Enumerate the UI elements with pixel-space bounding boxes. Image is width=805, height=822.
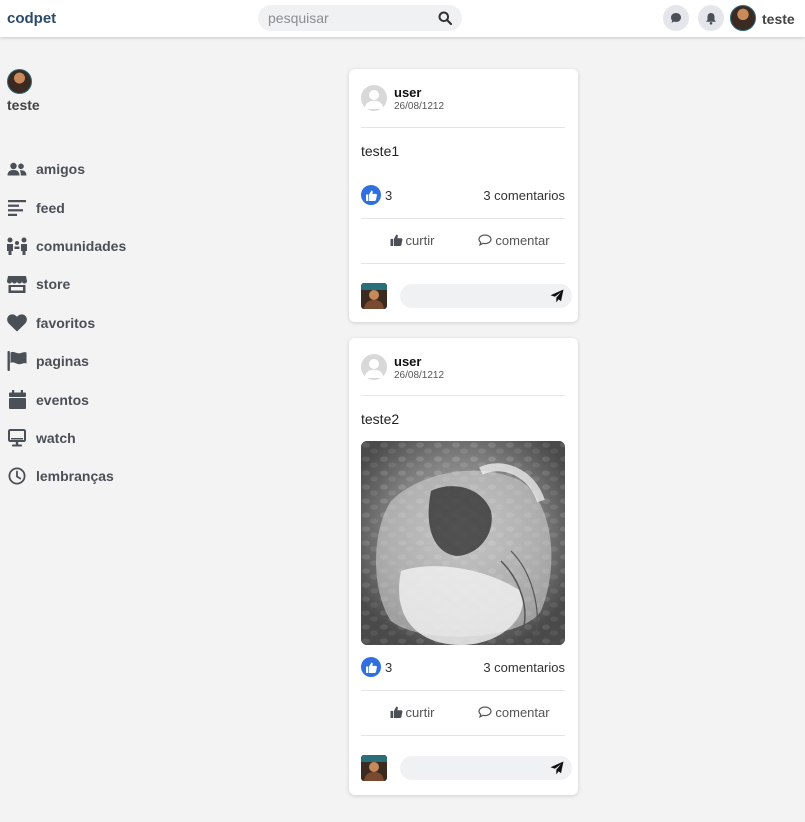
like-badge [361, 657, 381, 677]
send-icon[interactable] [550, 289, 564, 303]
sidebar-item-lembrancas[interactable]: lembranças [6, 457, 186, 495]
comment-input[interactable] [410, 288, 540, 304]
divider [361, 690, 565, 691]
search-icon[interactable] [438, 11, 452, 25]
sidebar-item-feed[interactable]: feed [6, 188, 186, 226]
thumbs-up-icon [365, 662, 377, 673]
commenter-avatar[interactable] [361, 283, 387, 309]
comment-button[interactable]: comentar [463, 229, 565, 251]
comment-bubble-icon [478, 234, 492, 246]
post-card: user 26/08/1212 teste1 3 3 comentarios c… [349, 69, 578, 322]
comment-input[interactable] [410, 760, 540, 776]
top-bar: codpet teste [0, 0, 805, 37]
sidebar-item-label: paginas [36, 353, 89, 370]
divider [361, 395, 565, 396]
comment-box [400, 284, 572, 308]
comment-button[interactable]: comentar [463, 701, 565, 723]
sidebar-item-label: feed [36, 199, 65, 216]
search-input[interactable] [268, 9, 428, 27]
post-author-name[interactable]: user [394, 354, 421, 369]
sidebar-item-comunidades[interactable]: comunidades [6, 227, 186, 265]
top-username[interactable]: teste [762, 11, 795, 27]
divider [361, 127, 565, 128]
post-image[interactable] [361, 441, 565, 645]
post-date: 26/08/1212 [394, 370, 445, 381]
clock-icon [8, 467, 26, 485]
post-date: 26/08/1212 [394, 101, 445, 112]
user-photo [361, 283, 387, 309]
post-likes[interactable]: 3 [361, 657, 392, 677]
comment-button-label: comentar [495, 232, 550, 248]
top-avatar[interactable] [730, 5, 756, 31]
bell-icon [706, 12, 716, 25]
like-count: 3 [385, 659, 393, 675]
send-icon[interactable] [550, 761, 564, 775]
like-badge [361, 185, 381, 205]
like-button-label: curtir [405, 232, 435, 248]
divider [361, 218, 565, 219]
post-likes[interactable]: 3 [361, 185, 392, 205]
sidebar-item-label: watch [36, 429, 76, 446]
groups-icon [7, 237, 27, 255]
user-photo [361, 755, 387, 781]
post-text: teste1 [361, 143, 400, 159]
flag-icon [7, 351, 27, 372]
comment-bubble-icon [478, 706, 492, 718]
comment-box [400, 756, 572, 780]
default-user-icon [364, 90, 384, 109]
commenter-avatar[interactable] [361, 755, 387, 781]
divider [361, 735, 565, 736]
thumbs-up-icon [390, 706, 402, 718]
like-count: 3 [385, 187, 393, 203]
monitor-icon [8, 428, 26, 447]
sidebar-item-label: lembranças [36, 468, 114, 485]
people-icon [7, 162, 27, 176]
post-author-avatar[interactable] [361, 354, 387, 380]
comments-count[interactable]: 3 comentarios [483, 188, 565, 203]
post-author-avatar[interactable] [361, 85, 387, 111]
post-photo [361, 441, 565, 645]
notifications-button[interactable] [698, 5, 724, 31]
sidebar-item-amigos[interactable]: amigos [6, 150, 186, 188]
sidebar-item-eventos[interactable]: eventos [6, 380, 186, 418]
sidebar-item-label: amigos [36, 161, 86, 178]
post-actions: curtir comentar [361, 229, 565, 251]
brand-logo[interactable]: codpet [7, 10, 56, 27]
calendar-icon [8, 390, 26, 410]
like-button-label: curtir [405, 704, 435, 720]
chat-bubble-icon [671, 13, 681, 23]
post-actions: curtir comentar [361, 701, 565, 723]
thumbs-up-icon [365, 190, 377, 201]
sidebar-item-label: favoritos [36, 314, 96, 331]
sidebar-menu: amigos feed comunidades store favoritos [6, 150, 186, 496]
post-author-name[interactable]: user [394, 85, 421, 100]
like-button[interactable]: curtir [361, 229, 463, 251]
sidebar-item-favoritos[interactable]: favoritos [6, 304, 186, 342]
sidebar-item-label: store [36, 276, 71, 293]
comment-button-label: comentar [495, 704, 550, 720]
sidebar-username[interactable]: teste [7, 97, 40, 113]
search-bar [258, 5, 462, 31]
messages-button[interactable] [663, 5, 689, 31]
sidebar-item-label: comunidades [36, 237, 127, 254]
sidebar-item-paginas[interactable]: paginas [6, 342, 186, 380]
feed-lines-icon [8, 199, 26, 216]
store-icon [7, 275, 27, 293]
default-user-icon [364, 359, 384, 378]
thumbs-up-icon [390, 234, 402, 246]
sidebar-item-watch[interactable]: watch [6, 419, 186, 457]
sidebar-avatar[interactable] [7, 69, 32, 94]
heart-icon [7, 314, 27, 332]
post-text: teste2 [361, 411, 400, 427]
sidebar-item-store[interactable]: store [6, 265, 186, 303]
sidebar-item-label: eventos [36, 391, 89, 408]
post-card: user 26/08/1212 teste2 3 3 comentarios c… [349, 338, 578, 795]
divider [361, 263, 565, 264]
comments-count[interactable]: 3 comentarios [483, 660, 565, 675]
like-button[interactable]: curtir [361, 701, 463, 723]
